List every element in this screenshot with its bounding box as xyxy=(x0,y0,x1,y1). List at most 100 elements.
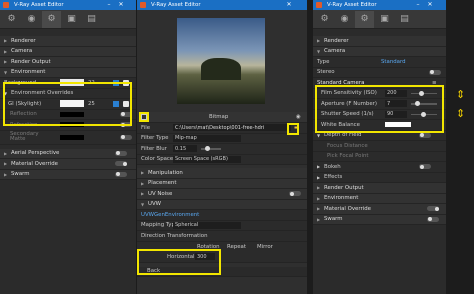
section-swarm[interactable]: ▶ Swarm xyxy=(0,169,136,180)
section-swarm[interactable]: ▶ Swarm xyxy=(313,214,446,225)
section-render-output[interactable]: ▶ Render Output xyxy=(313,183,446,194)
gi-label: GI (Skylight) xyxy=(8,100,42,107)
background-checkbox[interactable] xyxy=(123,79,129,86)
sliders-icon[interactable]: ≡ xyxy=(432,80,437,86)
geometry-icon[interactable]: ▣ xyxy=(62,11,81,28)
mapping-select[interactable]: Spherical xyxy=(173,221,241,229)
window-title: V-Ray Asset Editor xyxy=(14,2,64,8)
back-row: Back xyxy=(137,266,307,277)
vray-logo-icon xyxy=(3,2,9,8)
render-icon[interactable]: ⚙ xyxy=(315,11,334,28)
vray-logo-icon xyxy=(140,2,146,8)
reflection-color[interactable] xyxy=(60,111,84,117)
toolbar: ⚙ ◉ ⚙ ▣ ▤ xyxy=(0,10,136,29)
section-manipulation[interactable]: ▶ Manipulation xyxy=(137,168,307,179)
section-aerial[interactable]: ▶ Aerial Perspective xyxy=(0,148,136,159)
type-select[interactable]: Standard xyxy=(381,59,406,65)
map-icon[interactable] xyxy=(113,79,119,86)
background-color[interactable] xyxy=(60,79,84,87)
override-toggle[interactable] xyxy=(115,161,127,167)
aerial-toggle[interactable] xyxy=(115,150,127,156)
textures-icon[interactable]: ▤ xyxy=(82,11,101,28)
mapping-type-row: Mapping Type Spherical xyxy=(137,220,307,231)
secondary-toggle[interactable] xyxy=(120,134,132,140)
close-icon[interactable]: ✕ xyxy=(283,0,295,10)
folder-icon[interactable]: ▬ xyxy=(294,125,299,131)
aperture-field[interactable]: 7 xyxy=(385,100,407,108)
section-camera[interactable]: ▼ Camera xyxy=(313,46,446,57)
refraction-toggle[interactable] xyxy=(120,122,132,128)
bokeh-row[interactable]: ▶ Bokeh xyxy=(313,162,446,173)
section-material-override[interactable]: ▶ Material Override xyxy=(313,204,446,215)
section-renderer[interactable]: ▶ Renderer xyxy=(313,36,446,47)
type-row: Type Standard xyxy=(313,57,446,68)
lights-icon[interactable]: ◉ xyxy=(335,11,354,28)
override-toggle[interactable] xyxy=(427,206,439,212)
minimize-icon[interactable]: – xyxy=(103,0,115,10)
title-bar: V-Ray Asset Editor – ✕ xyxy=(313,0,446,10)
sidebar-toggle-icon[interactable] xyxy=(141,113,147,120)
section-camera[interactable]: ▶ Camera xyxy=(0,46,136,57)
dof-toggle[interactable] xyxy=(419,132,431,138)
stereo-toggle[interactable] xyxy=(429,69,441,75)
color-space-select[interactable]: Screen Space (sRGB) xyxy=(173,155,241,163)
filter-blur-row: Filter Blur 0.15 xyxy=(137,144,307,155)
horizontal-row: Horizontal 300 xyxy=(137,252,307,263)
background-value: 22 xyxy=(88,79,95,86)
close-icon[interactable]: ✕ xyxy=(424,0,436,10)
white-balance-color[interactable] xyxy=(385,122,411,128)
section-environment[interactable]: ▶ Environment xyxy=(313,193,446,204)
reflection-toggle[interactable] xyxy=(120,111,132,117)
shutter-row: Shutter Speed (1/s) 90 xyxy=(313,109,446,120)
eye-icon[interactable]: ◉ xyxy=(296,114,301,120)
title-bar: V-Ray Asset Editor – ✕ xyxy=(0,0,136,10)
minimize-icon[interactable]: – xyxy=(412,0,424,10)
swarm-toggle[interactable] xyxy=(427,216,439,222)
arrow-down-icon: ⇕ xyxy=(456,107,466,120)
shutter-field[interactable]: 90 xyxy=(385,110,407,118)
settings-icon[interactable]: ⚙ xyxy=(355,10,374,28)
secondary-color[interactable] xyxy=(60,134,84,140)
section-material-override[interactable]: ▶ Material Override xyxy=(0,159,136,170)
gi-checkbox[interactable] xyxy=(123,100,129,107)
middle-editor-window: V-Ray Asset Editor ✕ Bitmap ◉ File C:\Use… xyxy=(137,0,307,294)
textures-icon[interactable]: ▤ xyxy=(395,11,414,28)
section-environment[interactable]: ▼ Environment xyxy=(0,67,136,78)
filter-type-select[interactable]: Mip-map xyxy=(173,134,241,142)
horizontal-rotation-field[interactable]: 300 xyxy=(195,253,215,261)
render-icon[interactable]: ⚙ xyxy=(2,11,21,28)
back-button[interactable]: Back xyxy=(141,268,160,274)
uvw-gen-row[interactable]: UVWGenEnvironment xyxy=(137,210,307,221)
bitmap-preview xyxy=(177,18,265,104)
reflection-row: Reflection xyxy=(0,109,136,120)
effects-row[interactable]: ▶ Effects xyxy=(313,172,446,183)
refraction-color[interactable] xyxy=(60,122,84,128)
filter-blur-field[interactable]: 0.15 xyxy=(173,145,197,153)
section-renderer[interactable]: ▶ Renderer xyxy=(0,36,136,47)
film-field[interactable]: 200 xyxy=(385,89,407,97)
geometry-icon[interactable]: ▣ xyxy=(375,11,394,28)
settings-icon[interactable]: ⚙ xyxy=(42,10,61,28)
bokeh-toggle[interactable] xyxy=(419,164,431,170)
section-uv-noise[interactable]: ▶ UV Noise xyxy=(137,189,307,200)
gi-color[interactable] xyxy=(60,100,84,108)
gi-value: 25 xyxy=(88,100,95,107)
section-render-output[interactable]: ▶ Render Output xyxy=(0,57,136,68)
pick-focal-row: Pick Focal Point xyxy=(313,151,446,162)
filter-type-row: Filter Type Mip-map xyxy=(137,133,307,144)
white-balance-row: White Balance xyxy=(313,120,446,131)
lights-icon[interactable]: ◉ xyxy=(22,11,41,28)
bitmap-label: Bitmap xyxy=(209,113,229,120)
close-icon[interactable]: ✕ xyxy=(115,0,127,10)
section-placement[interactable]: ▶ Placement xyxy=(137,178,307,189)
file-path-field[interactable]: C:\Users\mat\Desktop\001-free-hdri xyxy=(173,124,291,132)
stereo-row: Stereo xyxy=(313,67,446,78)
focus-distance-row: Focus Distance xyxy=(313,141,446,152)
env-overrides-label: Environment Overrides xyxy=(11,90,74,97)
swarm-toggle[interactable] xyxy=(115,171,127,177)
dof-row[interactable]: ▼ Depth of Field xyxy=(313,130,446,141)
uv-noise-toggle[interactable] xyxy=(289,191,301,197)
env-overrides-row[interactable]: ▼ Environment Overrides xyxy=(0,88,136,99)
map-icon[interactable] xyxy=(113,100,119,107)
section-uvw[interactable]: ▼ UVW xyxy=(137,199,307,210)
